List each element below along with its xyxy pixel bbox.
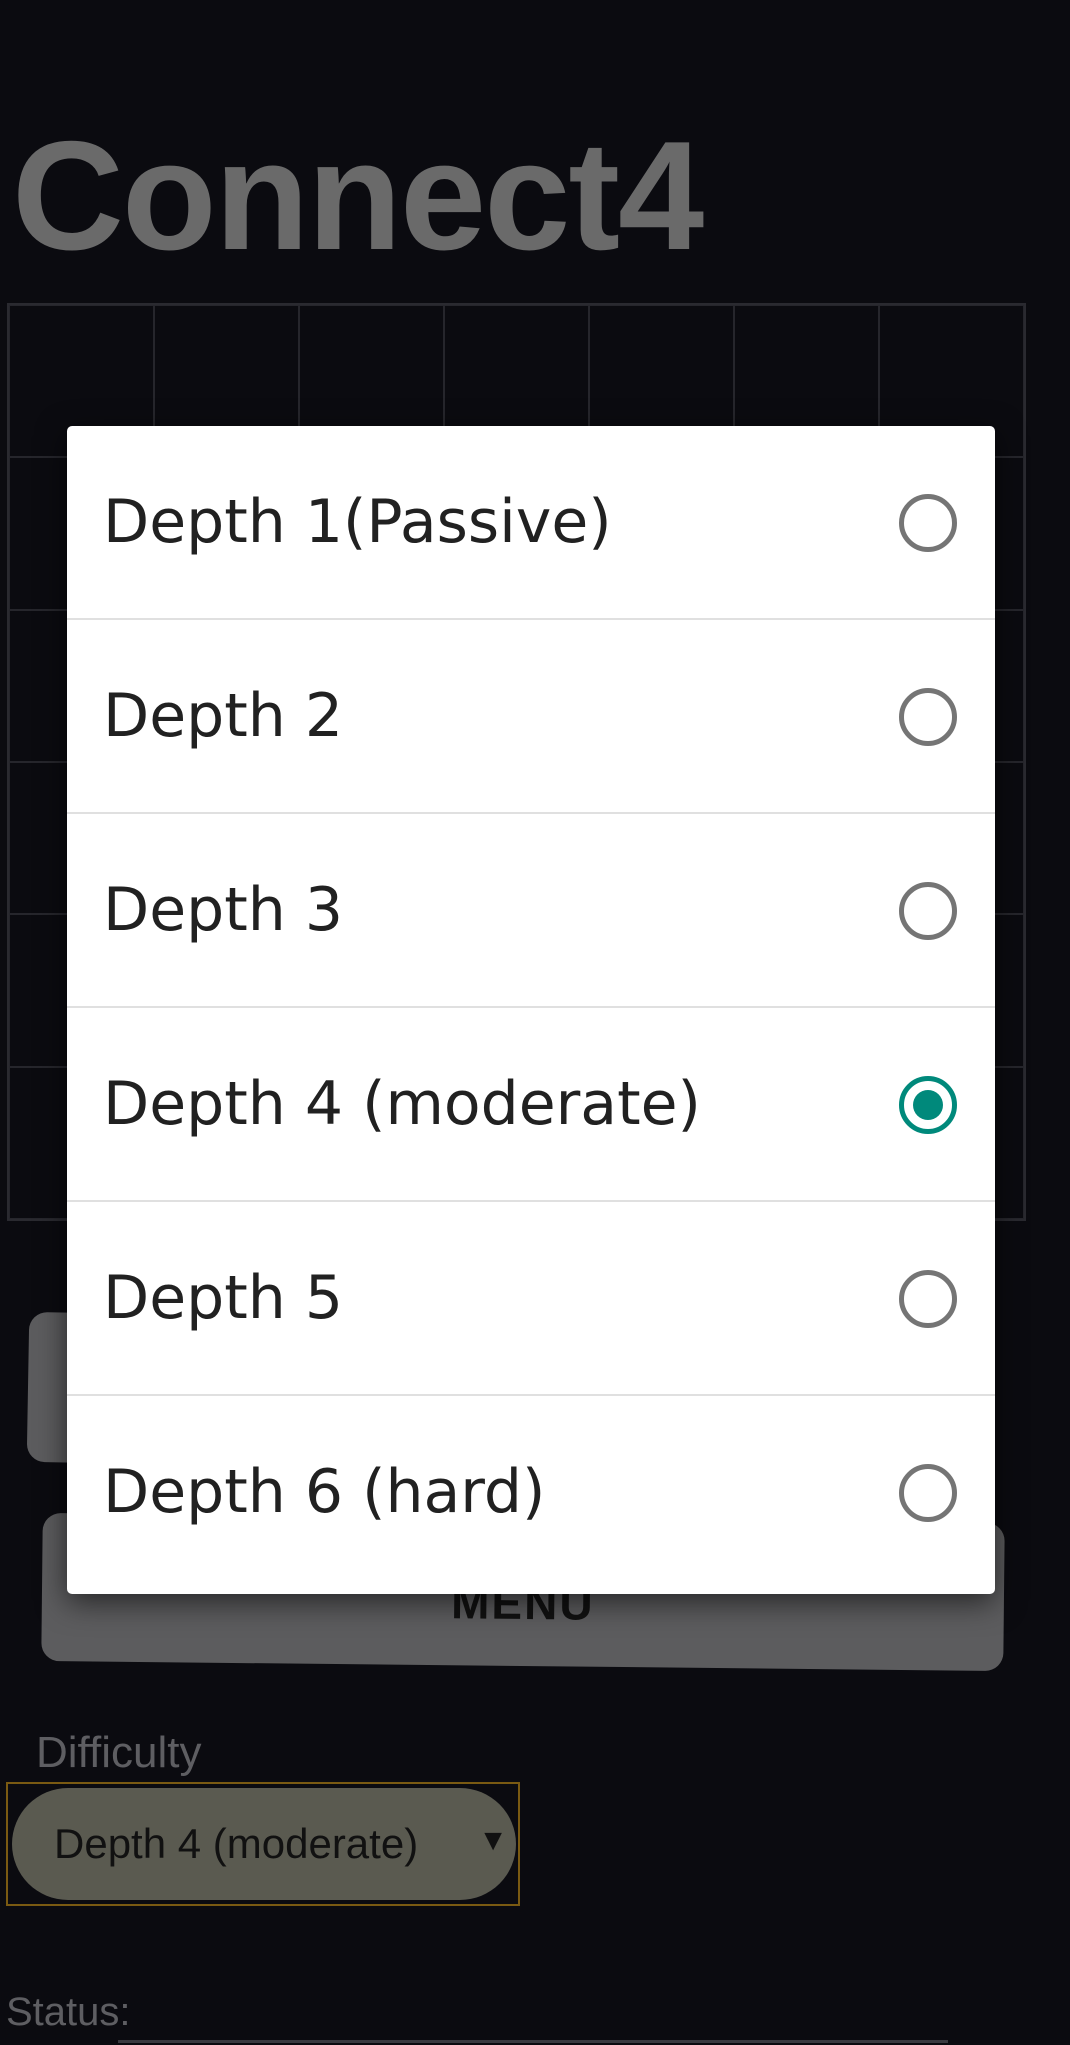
option-depth-6[interactable]: Depth 6 (hard) bbox=[67, 1396, 995, 1590]
option-label: Depth 4 (moderate) bbox=[103, 1069, 701, 1139]
radio-button-icon[interactable] bbox=[899, 688, 957, 746]
option-label: Depth 1(Passive) bbox=[103, 487, 612, 557]
difficulty-dialog: Depth 1(Passive) Depth 2 Depth 3 Depth 4… bbox=[67, 426, 995, 1594]
option-label: Depth 6 (hard) bbox=[103, 1457, 546, 1527]
radio-button-checked-icon[interactable] bbox=[899, 1076, 957, 1134]
option-label: Depth 3 bbox=[103, 875, 343, 945]
option-depth-4[interactable]: Depth 4 (moderate) bbox=[67, 1008, 995, 1202]
option-depth-5[interactable]: Depth 5 bbox=[67, 1202, 995, 1396]
radio-button-icon[interactable] bbox=[899, 1464, 957, 1522]
option-label: Depth 2 bbox=[103, 681, 343, 751]
radio-button-icon[interactable] bbox=[899, 494, 957, 552]
option-depth-1[interactable]: Depth 1(Passive) bbox=[67, 426, 995, 620]
option-depth-3[interactable]: Depth 3 bbox=[67, 814, 995, 1008]
option-label: Depth 5 bbox=[103, 1263, 343, 1333]
radio-button-icon[interactable] bbox=[899, 882, 957, 940]
option-depth-2[interactable]: Depth 2 bbox=[67, 620, 995, 814]
radio-button-icon[interactable] bbox=[899, 1270, 957, 1328]
